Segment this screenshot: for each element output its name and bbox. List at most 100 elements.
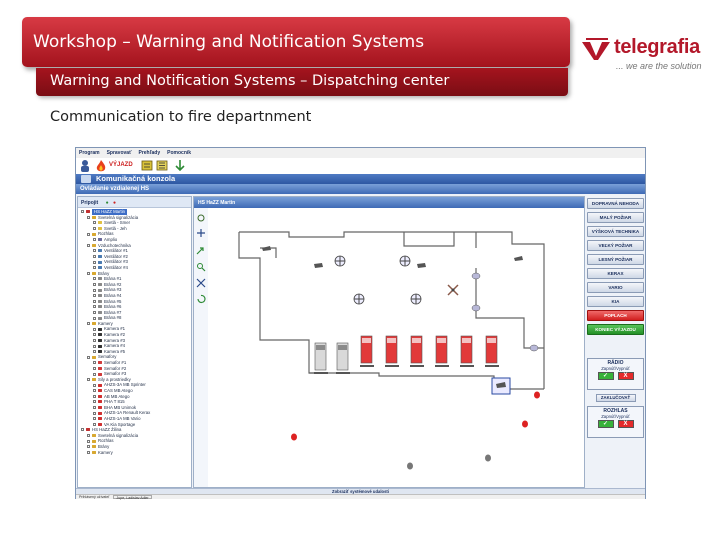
- expand-toggle-icon[interactable]: [93, 288, 96, 292]
- expand-toggle-icon[interactable]: [93, 283, 96, 287]
- expand-toggle-icon[interactable]: [93, 327, 96, 331]
- action-button[interactable]: VARIO: [587, 282, 644, 293]
- radio-off-button[interactable]: X: [617, 372, 634, 380]
- gate-icon[interactable]: [385, 365, 399, 367]
- expand-toggle-icon[interactable]: [87, 445, 90, 449]
- expand-toggle-icon[interactable]: [87, 450, 90, 454]
- expand-toggle-icon[interactable]: [93, 338, 96, 342]
- expand-toggle-icon[interactable]: [87, 322, 90, 326]
- user-icon[interactable]: [79, 159, 91, 172]
- expand-toggle-icon[interactable]: [93, 417, 96, 421]
- speaker-icon[interactable]: [407, 462, 413, 470]
- camera-icon[interactable]: [262, 246, 271, 251]
- action-button[interactable]: KONIEC VÝJAZDU: [587, 324, 644, 335]
- expand-toggle-icon[interactable]: [93, 310, 96, 314]
- gate-icon[interactable]: [435, 365, 449, 367]
- action-button[interactable]: DOPRAVNÁ NEHODA: [587, 198, 644, 209]
- fan-icon[interactable]: [353, 293, 365, 305]
- speaker-icon[interactable]: [485, 454, 491, 462]
- expand-toggle-icon[interactable]: [81, 210, 84, 214]
- expand-toggle-icon[interactable]: [93, 344, 96, 348]
- expand-toggle-icon[interactable]: [93, 316, 96, 320]
- expand-toggle-icon[interactable]: [93, 389, 96, 393]
- truck-icon[interactable]: [435, 335, 448, 364]
- truck-icon[interactable]: [360, 335, 373, 364]
- fan-icon[interactable]: [399, 255, 411, 267]
- broadcast-off-button[interactable]: X: [617, 420, 634, 428]
- action-button[interactable]: LESNÝ POŽIAR: [587, 254, 644, 265]
- document-icon[interactable]: [141, 159, 153, 172]
- menu-manage[interactable]: Spravovať: [104, 148, 136, 158]
- gate-icon[interactable]: [410, 365, 424, 367]
- speaker-icon[interactable]: [471, 304, 481, 312]
- light-icon[interactable]: [522, 420, 528, 428]
- camera-icon[interactable]: [314, 263, 323, 268]
- camera-icon[interactable]: [417, 263, 426, 268]
- expand-toggle-icon[interactable]: [87, 243, 90, 247]
- expand-toggle-icon[interactable]: [93, 266, 96, 270]
- expand-toggle-icon[interactable]: [93, 221, 96, 225]
- expand-toggle-icon[interactable]: [93, 249, 96, 253]
- truck-icon[interactable]: [485, 335, 498, 364]
- connect-icon[interactable]: ●: [106, 200, 109, 206]
- expand-toggle-icon[interactable]: [93, 238, 96, 242]
- expand-toggle-icon[interactable]: [93, 255, 96, 259]
- speaker-icon[interactable]: [471, 272, 481, 280]
- expand-toggle-icon[interactable]: [93, 383, 96, 387]
- connect-label[interactable]: Pripojit: [81, 200, 98, 206]
- broadcast-on-button[interactable]: ✓: [597, 420, 614, 428]
- action-button[interactable]: POPLACH: [587, 310, 644, 321]
- disconnect-icon[interactable]: ●: [113, 200, 116, 206]
- arrow-down-icon[interactable]: [174, 159, 186, 172]
- expand-toggle-icon[interactable]: [93, 400, 96, 404]
- expand-toggle-icon[interactable]: [93, 422, 96, 426]
- camera-icon[interactable]: [514, 256, 523, 261]
- menu-help[interactable]: Pomocník: [164, 148, 195, 158]
- expand-toggle-icon[interactable]: [93, 366, 96, 370]
- truck-icon[interactable]: [336, 342, 349, 371]
- expand-toggle-icon[interactable]: [93, 406, 96, 410]
- expand-toggle-icon[interactable]: [93, 333, 96, 337]
- expand-toggle-icon[interactable]: [93, 411, 96, 415]
- truck-icon[interactable]: [460, 335, 473, 364]
- expand-toggle-icon[interactable]: [93, 260, 96, 264]
- expand-toggle-icon[interactable]: [93, 294, 96, 298]
- dispatch-button[interactable]: VÝJAZD: [109, 162, 133, 168]
- expand-toggle-icon[interactable]: [87, 232, 90, 236]
- expand-toggle-icon[interactable]: [93, 299, 96, 303]
- list-icon[interactable]: [156, 159, 168, 172]
- action-button[interactable]: VEĽKÝ POŽIAR: [587, 240, 644, 251]
- selected-camera[interactable]: [491, 377, 511, 395]
- expand-toggle-icon[interactable]: [93, 372, 96, 376]
- expand-toggle-icon[interactable]: [93, 277, 96, 281]
- gate-icon[interactable]: [336, 372, 350, 374]
- expand-toggle-icon[interactable]: [93, 350, 96, 354]
- tree-item[interactable]: Kamery: [78, 450, 191, 456]
- truck-icon[interactable]: [410, 335, 423, 364]
- expand-toggle-icon[interactable]: [81, 428, 84, 432]
- menu-overviews[interactable]: Prehľady: [135, 148, 164, 158]
- fan-icon[interactable]: [447, 284, 459, 296]
- fan-icon[interactable]: [334, 255, 346, 267]
- fan-icon[interactable]: [410, 293, 422, 305]
- action-button[interactable]: VÝŠKOVÁ TECHNIKA: [587, 226, 644, 237]
- radio-on-button[interactable]: ✓: [597, 372, 614, 380]
- action-button[interactable]: MALÝ POŽIAR: [587, 212, 644, 223]
- expand-toggle-icon[interactable]: [93, 305, 96, 309]
- action-button[interactable]: KERAX: [587, 268, 644, 279]
- truck-icon[interactable]: [385, 335, 398, 364]
- expand-toggle-icon[interactable]: [87, 434, 90, 438]
- gate-icon[interactable]: [460, 365, 474, 367]
- speaker-icon[interactable]: [529, 344, 539, 352]
- gate-icon[interactable]: [485, 365, 499, 367]
- expand-toggle-icon[interactable]: [93, 394, 96, 398]
- expand-toggle-icon[interactable]: [87, 378, 90, 382]
- gate-icon[interactable]: [314, 372, 328, 374]
- expand-toggle-icon[interactable]: [93, 227, 96, 231]
- expand-toggle-icon[interactable]: [87, 271, 90, 275]
- expand-toggle-icon[interactable]: [87, 355, 90, 359]
- truck-icon[interactable]: [314, 342, 327, 371]
- fire-icon[interactable]: [95, 159, 107, 172]
- expand-toggle-icon[interactable]: [93, 361, 96, 365]
- menu-program[interactable]: Program: [76, 148, 104, 158]
